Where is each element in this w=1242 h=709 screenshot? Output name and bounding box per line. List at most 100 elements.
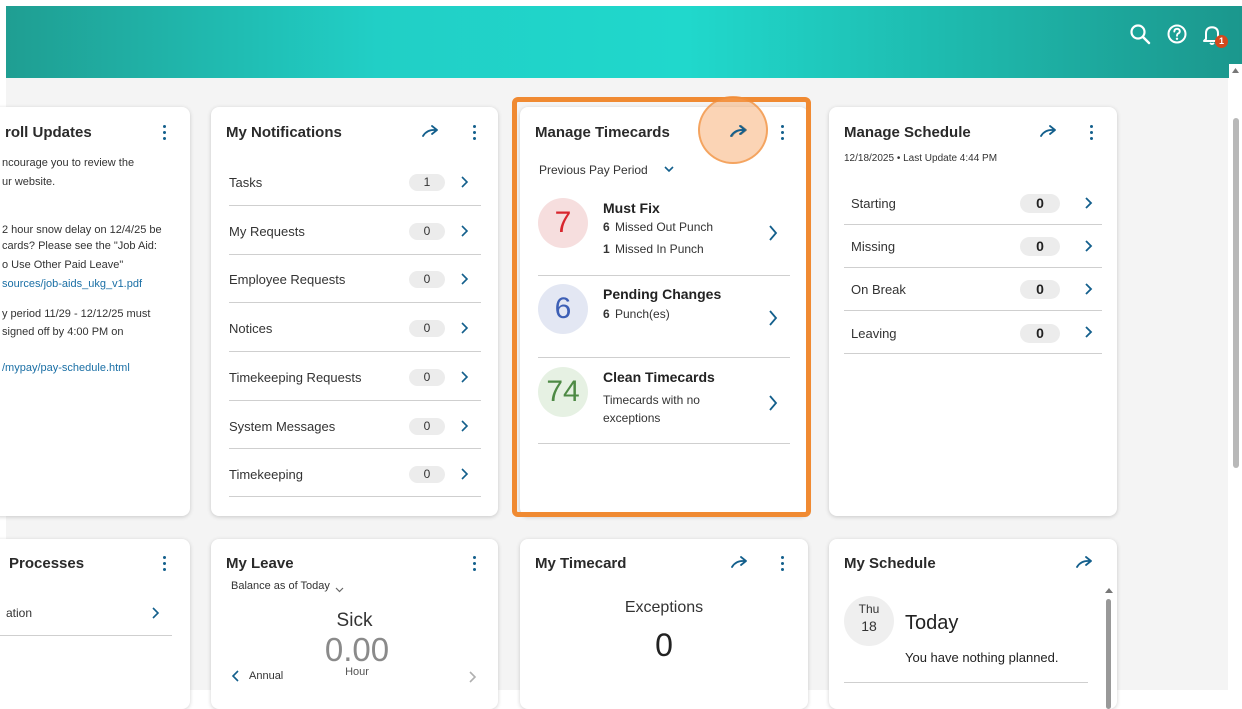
- payroll-text-line: signed off by 4:00 PM on: [2, 326, 124, 338]
- schedule-row-label[interactable]: Starting: [851, 196, 896, 211]
- chevron-right-icon[interactable]: [459, 468, 469, 480]
- card-title: Processes: [9, 555, 85, 572]
- chevron-right-icon[interactable]: [1083, 240, 1093, 252]
- card-title: roll Updates: [5, 124, 92, 141]
- chevron-right-icon[interactable]: [1083, 326, 1093, 338]
- count-badge: 1: [409, 174, 445, 191]
- more-options-icon[interactable]: [473, 125, 479, 143]
- chevron-right-icon[interactable]: [459, 176, 469, 188]
- count-badge: 0: [409, 418, 445, 435]
- process-item-label[interactable]: ation: [6, 606, 32, 620]
- payroll-text-line: 2 hour snow delay on 12/4/25 be: [2, 224, 162, 236]
- today-label: Today: [905, 612, 959, 634]
- divider: [229, 496, 481, 497]
- page-scrollbar-thumb[interactable]: [1233, 118, 1239, 468]
- payroll-text-line: y period 11/29 - 12/12/25 must: [2, 308, 151, 320]
- divider: [0, 635, 172, 636]
- count-badge: 0: [1020, 324, 1060, 343]
- payroll-updates-card: roll Updates ncourage you to review the …: [0, 107, 190, 516]
- chevron-right-icon[interactable]: [1083, 283, 1093, 295]
- divider: [229, 448, 481, 449]
- count-badge: 0: [409, 466, 445, 483]
- schedule-row-label[interactable]: Leaving: [851, 326, 897, 341]
- schedule-row-label[interactable]: Missing: [851, 239, 895, 254]
- chevron-down-icon[interactable]: [335, 586, 344, 593]
- divider: [229, 205, 481, 206]
- notification-row-label[interactable]: Timekeeping: [229, 467, 303, 482]
- count-badge: 0: [1020, 194, 1060, 213]
- card-title: Manage Schedule: [844, 124, 971, 141]
- open-timecards-arrow-icon[interactable]: [729, 125, 749, 139]
- divider: [844, 224, 1102, 225]
- help-icon[interactable]: [1165, 22, 1189, 46]
- count-badge: 0: [409, 320, 445, 337]
- manage-schedule-card: Manage Schedule 12/18/2025 • Last Update…: [829, 107, 1117, 516]
- card-title: My Leave: [226, 555, 294, 572]
- more-options-icon[interactable]: [473, 556, 479, 574]
- date-badge: Thu 18: [844, 596, 894, 646]
- scroll-up-icon[interactable]: [1104, 586, 1114, 594]
- scroll-up-icon[interactable]: [1231, 66, 1240, 74]
- day-number: 18: [861, 618, 877, 634]
- payroll-text-line: o Use Other Paid Leave": [2, 259, 124, 271]
- chevron-right-icon[interactable]: [459, 273, 469, 285]
- previous-leave-type[interactable]: Annual: [249, 670, 283, 682]
- divider: [229, 254, 481, 255]
- more-options-icon[interactable]: [163, 125, 169, 143]
- chevron-right-icon[interactable]: [467, 671, 477, 683]
- leave-type: Sick: [336, 610, 373, 631]
- notification-count-badge: 1: [1215, 35, 1228, 48]
- chevron-right-icon[interactable]: [459, 371, 469, 383]
- count-badge: 0: [1020, 237, 1060, 256]
- more-options-icon[interactable]: [781, 556, 787, 574]
- my-timecard-card: My Timecard Exceptions 0: [520, 539, 808, 709]
- card-title: My Timecard: [535, 555, 627, 572]
- notification-row-label[interactable]: My Requests: [229, 224, 305, 239]
- chevron-right-icon[interactable]: [459, 322, 469, 334]
- schedule-row-label[interactable]: On Break: [851, 282, 906, 297]
- notification-row-label[interactable]: Tasks: [229, 175, 262, 190]
- divider: [844, 353, 1102, 354]
- chevron-right-icon[interactable]: [150, 607, 160, 619]
- more-options-icon[interactable]: [163, 556, 169, 574]
- count-badge: 0: [409, 369, 445, 386]
- schedule-message: You have nothing planned.: [905, 650, 1059, 665]
- pay-schedule-link[interactable]: /mypay/pay-schedule.html: [2, 362, 130, 374]
- go-to-icon[interactable]: [421, 125, 441, 139]
- go-to-icon[interactable]: [1039, 125, 1059, 139]
- my-notifications-card: My Notifications Tasks 1 My Requests 0 E…: [211, 107, 498, 516]
- divider: [229, 400, 481, 401]
- chevron-right-icon[interactable]: [1083, 197, 1093, 209]
- card-scrollbar-thumb[interactable]: [1106, 599, 1111, 709]
- notification-row-label[interactable]: Timekeeping Requests: [229, 370, 361, 385]
- balance-date-select[interactable]: Balance as of Today: [231, 580, 330, 592]
- chevron-right-icon[interactable]: [459, 225, 469, 237]
- card-title: My Schedule: [844, 555, 936, 572]
- more-options-icon[interactable]: [1090, 125, 1096, 143]
- search-icon[interactable]: [1128, 22, 1152, 46]
- notification-row-label[interactable]: Notices: [229, 321, 272, 336]
- count-badge: 0: [409, 223, 445, 240]
- count-badge: 0: [409, 271, 445, 288]
- chevron-left-icon[interactable]: [231, 670, 241, 682]
- go-to-icon[interactable]: [1075, 556, 1095, 570]
- my-schedule-card: My Schedule Thu 18 Today You have nothin…: [829, 539, 1117, 709]
- processes-card: Processes ation: [0, 539, 190, 709]
- app-header: [6, 6, 1242, 78]
- notification-row-label[interactable]: Employee Requests: [229, 272, 345, 287]
- exceptions-count: 0: [655, 627, 673, 663]
- divider: [844, 310, 1102, 311]
- payroll-text-line: cards? Please see the "Job Aid:: [2, 240, 157, 252]
- divider: [844, 682, 1088, 683]
- go-to-icon[interactable]: [730, 556, 750, 570]
- notification-row-label[interactable]: System Messages: [229, 419, 335, 434]
- timecards-highlight: [512, 97, 811, 517]
- divider: [229, 302, 481, 303]
- day-abbr: Thu: [858, 602, 880, 616]
- my-leave-card: My Leave Balance as of Today Sick 0.00 H…: [211, 539, 498, 709]
- payroll-text-line: ur website.: [2, 176, 56, 188]
- job-aid-link[interactable]: sources/job-aids_ukg_v1.pdf: [2, 278, 142, 290]
- chevron-right-icon[interactable]: [459, 420, 469, 432]
- card-title: My Notifications: [226, 124, 342, 141]
- exceptions-label: Exceptions: [624, 599, 704, 616]
